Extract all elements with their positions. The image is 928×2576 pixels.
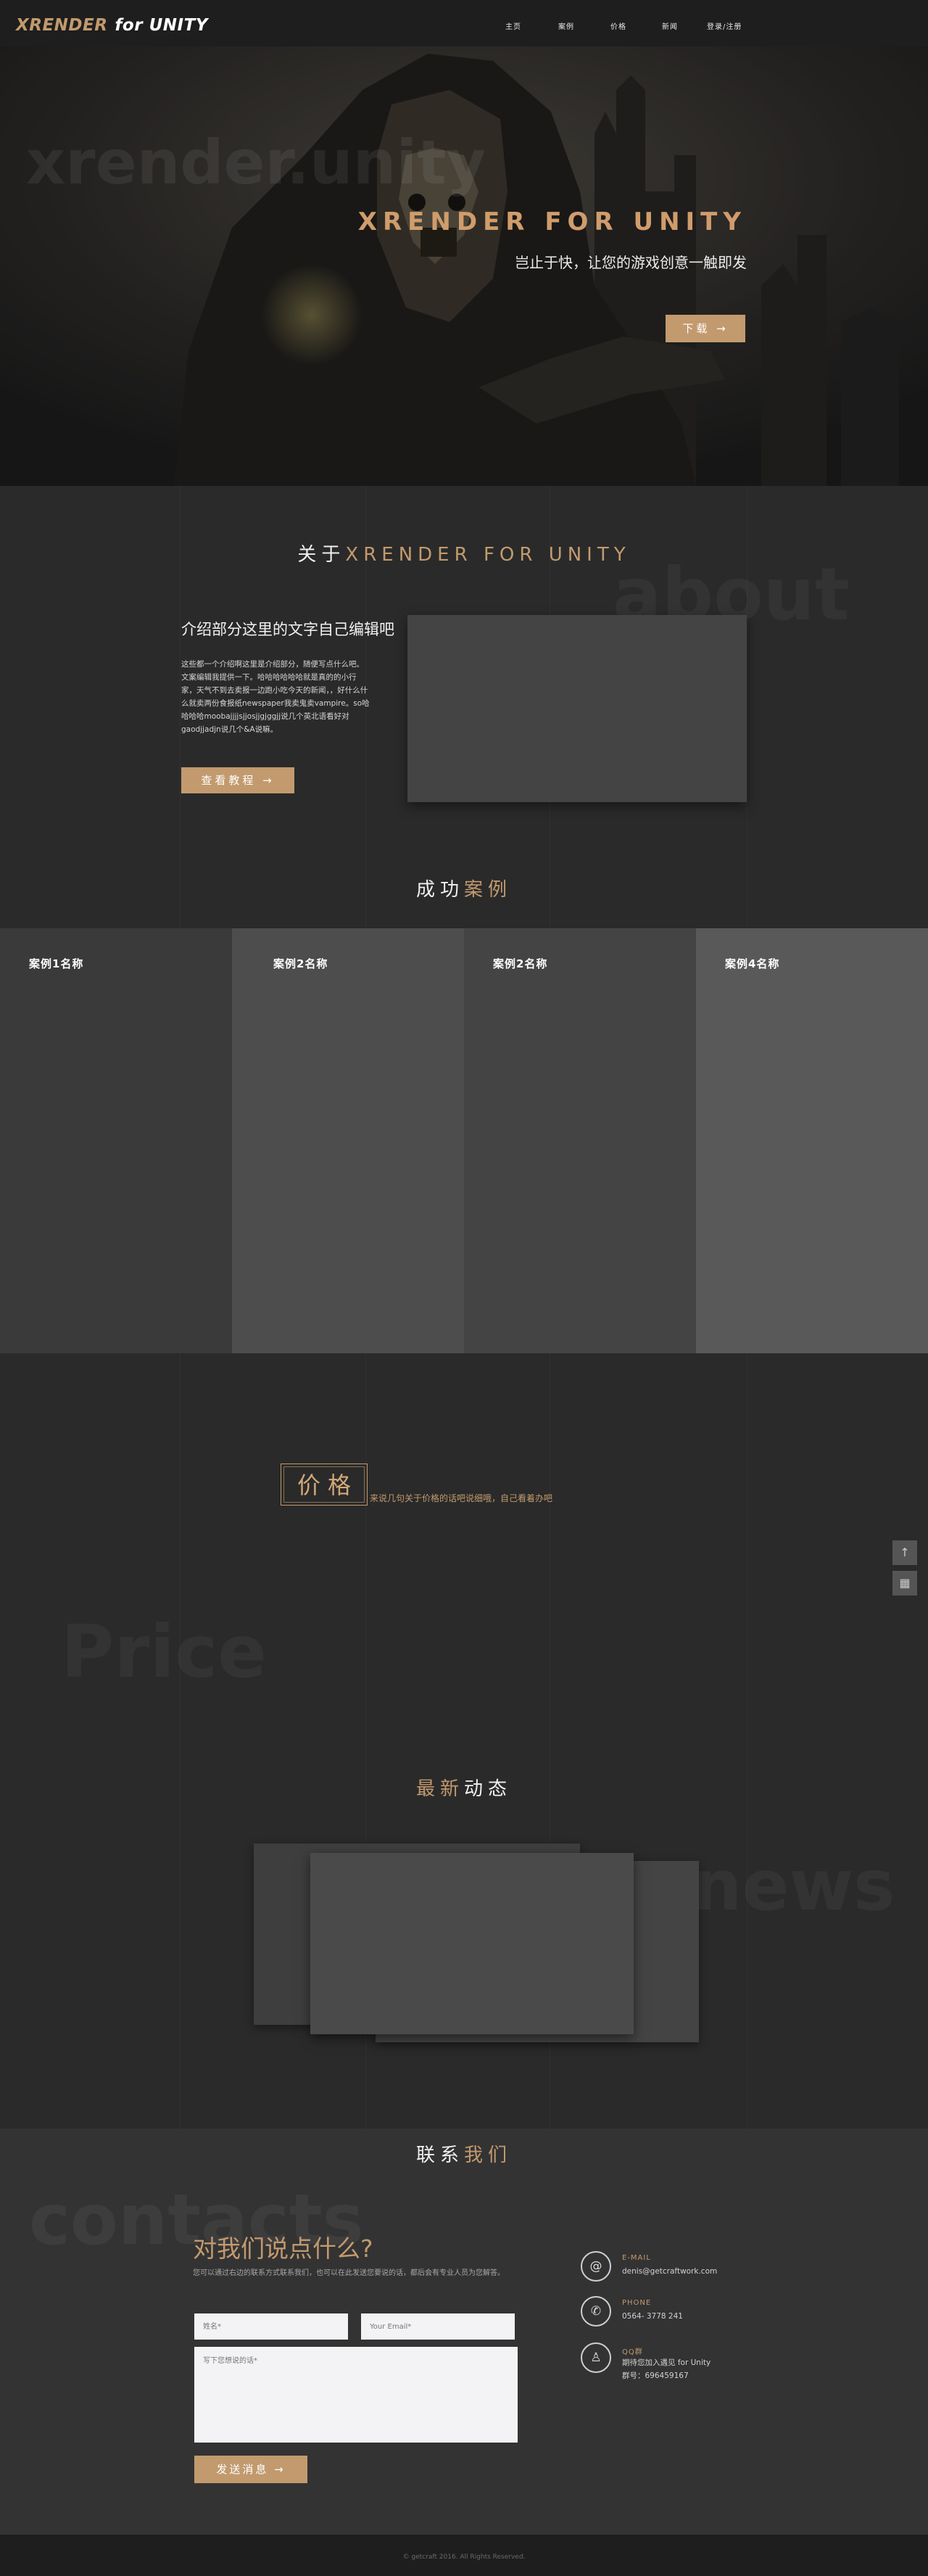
cases-title-prefix: 成功 [415,879,464,901]
logo-secondary: for UNITY [115,16,208,35]
nav-price[interactable]: 价格 [610,20,626,31]
qq-line2: 群号：696459167 [622,2371,689,2380]
logo-primary: XRENDER [16,16,108,35]
news-title-highlight: 最新 [415,1778,464,1800]
case-name: 案例2名称 [273,957,328,970]
email-label: E-MAIL [622,2254,651,2262]
price-note: 来说几句关于价格的话吧说细哦，自己看着办吧 [370,1493,553,1503]
phone-label: PHONE [622,2299,652,2307]
news-card[interactable] [310,1853,634,2034]
copyright-text: © getcraft 2016. All Rights Reserved. [402,2554,526,2561]
about-title-highlight: XRENDER FOR UNITY [345,544,631,566]
case-name: 案例2名称 [493,957,548,970]
news-ghost-text: news [692,1851,895,1920]
about-section-title: 关于XRENDER FOR UNITY [0,540,928,566]
email-field[interactable] [361,2313,515,2340]
qq-label: QQ群 [622,2348,643,2356]
contact-form-heading: 对我们说点什么? [193,2234,373,2263]
about-image-placeholder [407,615,747,802]
message-field[interactable] [194,2347,518,2443]
nav-login[interactable]: 登录/注册 [707,20,742,31]
back-to-top-button[interactable]: ↑ [892,1540,917,1565]
news-section-title: 最新动态 [0,1774,928,1801]
arrow-up-icon: ↑ [900,1545,910,1559]
hero-title: XRENDER FOR UNITY [357,207,747,236]
contacts-section-title: 联系我们 [0,2140,928,2167]
news-title-suffix: 动态 [464,1778,513,1800]
logo[interactable]: XRENDER for UNITY [16,16,208,35]
price-title: 价格 [283,1466,365,1503]
qq-penguin-icon: ♙ [581,2342,611,2373]
footer: © getcraft 2016. All Rights Reserved. [0,2535,928,2576]
send-message-button[interactable]: 发送消息 → [194,2456,307,2483]
view-tutorial-button[interactable]: 查看教程 → [181,767,294,793]
about-body: 这些都一个介绍啊这里是介绍部分，随便写点什么吧。文案编辑我提供一下。哈哈哈哈哈哈… [181,660,370,734]
about-title-prefix: 关于 [297,544,346,566]
page: XRENDER for UNITY 主页 案例 价格 新闻 登录/注册 xren… [0,0,928,2576]
qq-line1: 期待您加入遇见 for Unity [622,2358,711,2367]
hero-banner: xrender.unity XRENDER FOR UNITY 岂止于快，让您的… [0,46,928,486]
cases-title-highlight: 案例 [464,879,513,901]
contacts-title-highlight: 我们 [464,2144,513,2166]
about-heading: 介绍部分这里的文字自己编辑吧 [181,621,394,638]
hero-subtitle: 岂止于快，让您的游戏创意一触即发 [515,254,747,271]
download-button[interactable]: 下载 → [666,315,745,342]
case-name: 案例4名称 [725,957,780,970]
price-title-box: 价格 [281,1464,368,1506]
case-card[interactable]: 案例1名称 [0,928,232,1353]
case-card[interactable]: 案例2名称 [232,928,464,1353]
hero-ghost-text: xrender.unity [26,127,486,198]
case-card[interactable]: 案例4名称 [696,928,928,1353]
cases-section-title: 成功案例 [0,875,928,901]
contact-form-description: 您可以通过右边的联系方式联系我们，也可以在此发送您要说的话，都后会有专业人员为您… [193,2269,505,2277]
phone-value: 0564- 3778 241 [622,2312,683,2321]
qr-code-icon: ▦ [899,1576,911,1590]
qr-code-button[interactable]: ▦ [892,1571,917,1595]
case-name: 案例1名称 [29,957,84,970]
nav-home[interactable]: 主页 [505,20,521,31]
nav-cases[interactable]: 案例 [558,20,574,31]
phone-icon: ✆ [581,2296,611,2327]
case-card[interactable]: 案例2名称 [464,928,696,1353]
email-value[interactable]: denis@getcraftwork.com [622,2266,717,2278]
price-ghost-text: Price [61,1616,267,1688]
cases-grid: 案例1名称 案例2名称 案例2名称 案例4名称 [0,928,928,1353]
name-field[interactable] [194,2313,348,2340]
nav-news[interactable]: 新闻 [662,20,678,31]
top-header: XRENDER for UNITY 主页 案例 价格 新闻 登录/注册 [0,0,928,46]
contacts-title-prefix: 联系 [415,2144,464,2166]
at-sign-icon: @ [581,2251,611,2282]
